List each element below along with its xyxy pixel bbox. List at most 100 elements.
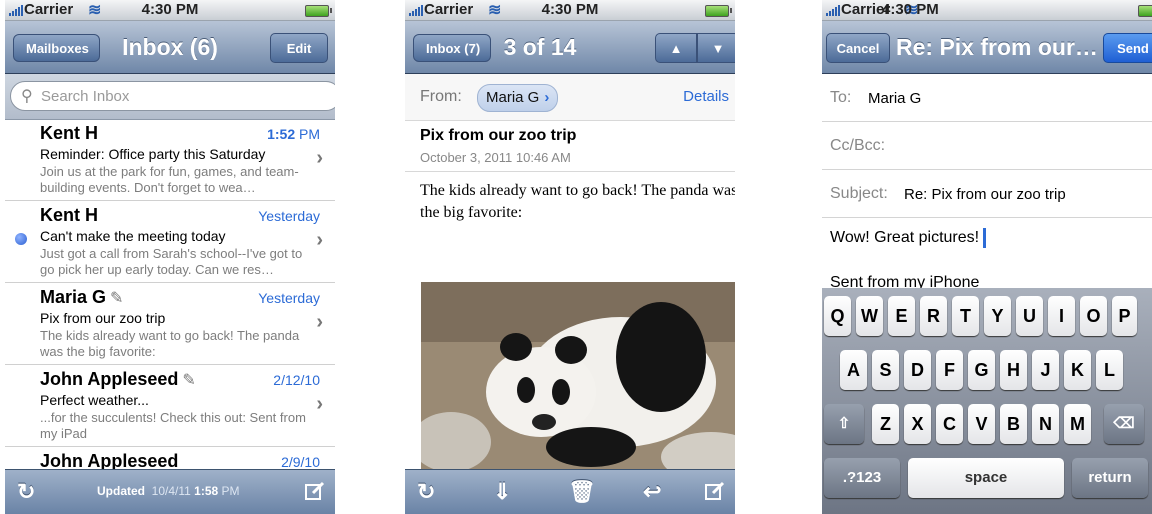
- navigation-bar: Cancel Re: Pix from our… Send: [822, 21, 1152, 74]
- details-link[interactable]: Details: [683, 88, 729, 105]
- page-title: Re: Pix from our…: [896, 34, 1098, 60]
- updated-status: Updated 10/4/11 1:58 PM: [97, 484, 240, 498]
- battery-icon: [1138, 5, 1152, 17]
- cancel-button[interactable]: Cancel: [826, 33, 890, 63]
- ccbcc-field[interactable]: Cc/Bcc:: [822, 122, 1152, 170]
- ccbcc-label: Cc/Bcc:: [830, 137, 886, 154]
- numbers-key[interactable]: .?123: [824, 458, 900, 498]
- key-n[interactable]: N: [1032, 404, 1059, 444]
- key-p[interactable]: P: [1112, 296, 1137, 336]
- chevron-right-icon: ›: [316, 147, 323, 169]
- key-q[interactable]: Q: [824, 296, 851, 336]
- compose-icon[interactable]: [705, 481, 725, 501]
- key-m[interactable]: M: [1064, 404, 1091, 444]
- navigation-bar: Inbox (7) 3 of 14 ▲ ▼: [405, 21, 735, 74]
- key-b[interactable]: B: [1000, 404, 1027, 444]
- reply-icon[interactable]: ↩: [643, 479, 661, 505]
- status-bar: Carrier ≋ 4:30 PM: [405, 0, 735, 21]
- shift-key-icon[interactable]: ⇧: [824, 404, 864, 444]
- unread-dot-icon: [15, 233, 27, 245]
- sender-name: Kent H: [40, 123, 98, 143]
- send-button[interactable]: Send: [1103, 33, 1152, 63]
- move-folder-icon[interactable]: ⇓: [493, 479, 511, 505]
- bottom-toolbar: ↻ ⇓ 🗑 ↩: [405, 469, 735, 514]
- message-preview: Join us at the park for fun, games, and …: [40, 164, 299, 195]
- list-item[interactable]: Maria G ✎ Yesterday Pix from our zoo trip…: [5, 283, 335, 365]
- key-d[interactable]: D: [904, 350, 931, 390]
- space-key[interactable]: space: [908, 458, 1064, 498]
- key-z[interactable]: Z: [872, 404, 899, 444]
- search-input[interactable]: ⚲ Search Inbox: [10, 81, 335, 111]
- message-subject: Can't make the meeting today: [40, 228, 226, 244]
- next-message-button[interactable]: ▼: [697, 33, 735, 63]
- previous-message-button[interactable]: ▲: [655, 33, 697, 63]
- compose-icon[interactable]: [305, 481, 325, 501]
- key-a[interactable]: A: [840, 350, 867, 390]
- battery-icon: [305, 5, 332, 17]
- message-preview: ...for the succulents! Check this out: S…: [40, 410, 306, 441]
- sender-pill[interactable]: Maria G ›: [477, 84, 559, 112]
- key-l[interactable]: L: [1096, 350, 1123, 390]
- key-t[interactable]: T: [952, 296, 979, 336]
- from-label: From:: [420, 88, 462, 105]
- message-date: 2/9/10: [281, 454, 320, 470]
- message-date: 2/12/10: [273, 372, 320, 388]
- search-bar: ⚲ Search Inbox: [5, 74, 335, 120]
- battery-icon: [705, 5, 732, 17]
- to-label: To:: [830, 89, 852, 106]
- key-s[interactable]: S: [872, 350, 899, 390]
- key-h[interactable]: H: [1000, 350, 1027, 390]
- key-x[interactable]: X: [904, 404, 931, 444]
- inbox-back-button[interactable]: Inbox (7): [413, 34, 492, 62]
- compose-screen: Carrier ≋ 4:30 PM Cancel Re: Pix from ou…: [822, 0, 1152, 514]
- key-j[interactable]: J: [1032, 350, 1059, 390]
- paperclip-icon: ✎: [182, 372, 196, 389]
- key-k[interactable]: K: [1064, 350, 1091, 390]
- backspace-key-icon[interactable]: ⌫: [1104, 404, 1144, 444]
- message-date: Yesterday: [258, 208, 320, 224]
- key-f[interactable]: F: [936, 350, 963, 390]
- key-w[interactable]: W: [856, 296, 883, 336]
- message-date: October 3, 2011 10:46 AM: [420, 150, 571, 165]
- status-bar: Carrier ≋ 4:30 PM: [5, 0, 335, 21]
- message-header: Pix from our zoo trip October 3, 2011 10…: [405, 121, 735, 172]
- message-subject: Pix from our zoo trip: [40, 310, 166, 326]
- subject-field[interactable]: Subject: Re: Pix from our zoo trip: [822, 170, 1152, 218]
- from-row: From: Maria G › Details: [405, 74, 735, 121]
- refresh-icon[interactable]: ↻: [417, 479, 435, 505]
- key-c[interactable]: C: [936, 404, 963, 444]
- chevron-right-icon: ›: [544, 89, 550, 106]
- return-key[interactable]: return: [1072, 458, 1148, 498]
- navigation-bar: Mailboxes Inbox (6) Edit: [5, 21, 335, 74]
- paperclip-icon: ✎: [110, 290, 124, 307]
- list-item[interactable]: Kent H Yesterday Can't make the meeting …: [5, 201, 335, 283]
- clock: 4:30 PM: [541, 1, 599, 18]
- key-o[interactable]: O: [1080, 296, 1107, 336]
- signal-icon: [826, 5, 840, 16]
- key-r[interactable]: R: [920, 296, 947, 336]
- list-item[interactable]: John Appleseed ✎ 2/12/10 Perfect weather.…: [5, 365, 335, 447]
- message-preview: The kids already want to go back! The pa…: [40, 328, 300, 359]
- bottom-toolbar: ↻ Updated 10/4/11 1:58 PM: [5, 469, 335, 514]
- key-i[interactable]: I: [1048, 296, 1075, 336]
- chevron-right-icon: ›: [316, 311, 323, 333]
- key-v[interactable]: V: [968, 404, 995, 444]
- subject-value: Re: Pix from our zoo trip: [904, 186, 1066, 203]
- key-e[interactable]: E: [888, 296, 915, 336]
- refresh-icon[interactable]: ↻: [17, 479, 35, 505]
- edit-button[interactable]: Edit: [270, 33, 328, 63]
- trash-icon[interactable]: 🗑: [568, 479, 596, 505]
- message-subject: Reminder: Office party this Saturday: [40, 146, 266, 162]
- to-field[interactable]: To: Maria G: [822, 74, 1152, 122]
- message-date: 1:52 PM: [267, 126, 320, 142]
- inbox-screen: Carrier ≋ 4:30 PM Mailboxes Inbox (6) Ed…: [5, 0, 335, 514]
- key-g[interactable]: G: [968, 350, 995, 390]
- message-subject: Pix from our zoo trip: [420, 127, 577, 144]
- key-u[interactable]: U: [1016, 296, 1043, 336]
- list-item[interactable]: Kent H 1:52 PM Reminder: Office party th…: [5, 119, 335, 201]
- body-editor[interactable]: Wow! Great pictures!: [830, 228, 987, 248]
- clock: 4:30 PM: [141, 1, 199, 18]
- key-y[interactable]: Y: [984, 296, 1011, 336]
- message-date: Yesterday: [258, 290, 320, 306]
- page-title: 3 of 14: [503, 34, 577, 60]
